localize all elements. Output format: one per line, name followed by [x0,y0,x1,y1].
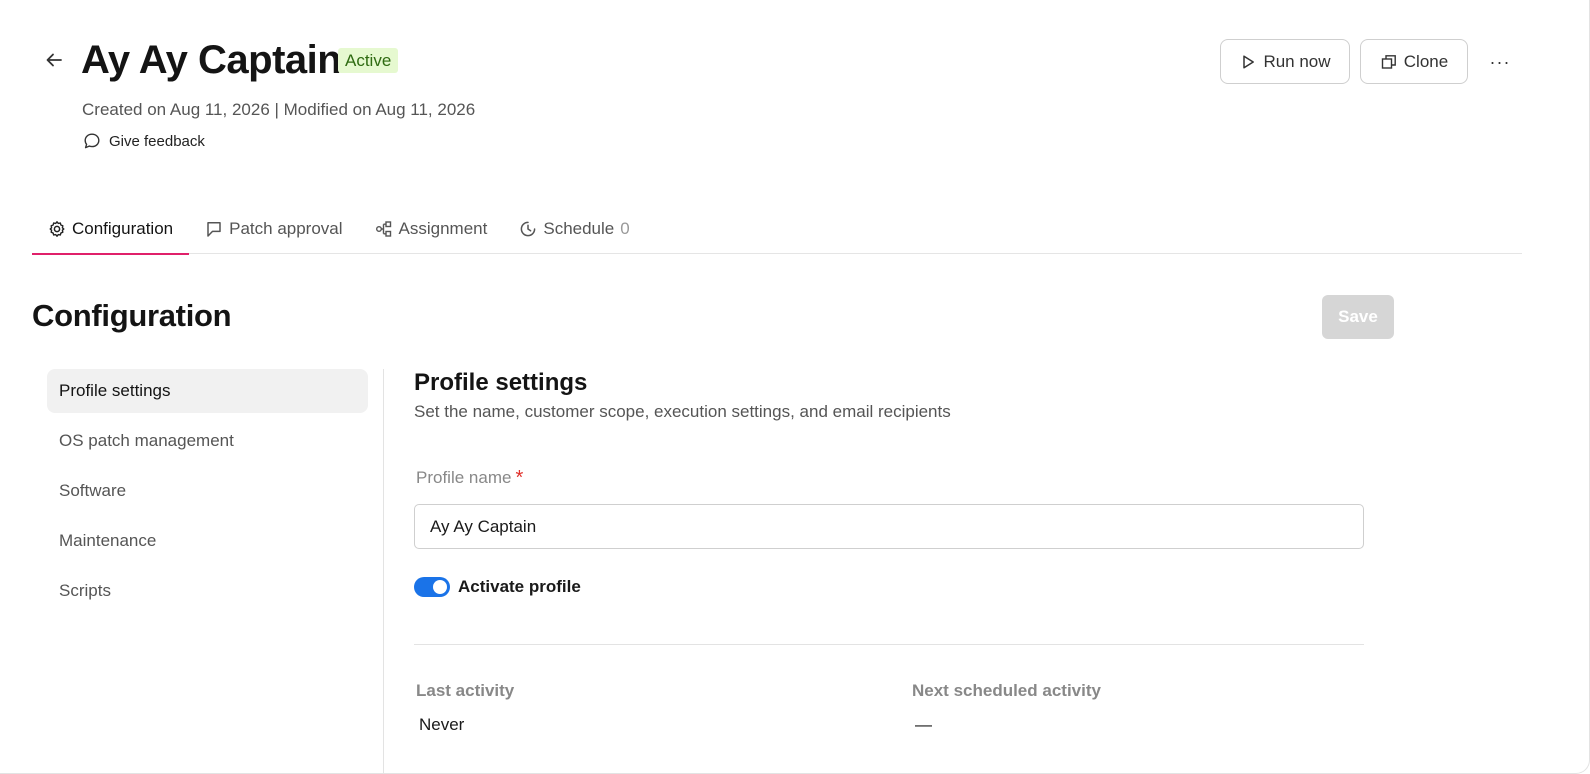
play-icon [1243,54,1255,69]
required-asterisk: * [515,466,524,489]
tab-schedule[interactable]: Schedule 0 [503,204,645,254]
give-feedback-label: Give feedback [109,132,205,150]
sidenav-item-scripts[interactable]: Scripts [47,569,368,613]
profile-name-input[interactable] [414,504,1364,549]
give-feedback-link[interactable]: Give feedback [83,132,205,150]
clone-label: Clone [1403,51,1449,71]
chat-bubble-icon [84,133,100,149]
next-activity-label: Next scheduled activity [912,681,1101,700]
last-activity-value: Never [419,715,465,734]
sidenav-item-software[interactable]: Software [47,469,368,513]
activate-profile-label: Activate profile [458,577,581,596]
activate-profile-toggle[interactable] [414,577,450,597]
gear-icon [49,221,65,237]
copy-icon [1381,54,1396,69]
ellipsis-icon: ··· [1489,51,1511,72]
sidenav-item-os-patch-management[interactable]: OS patch management [47,419,368,463]
save-button[interactable]: Save [1322,295,1394,339]
tab-configuration[interactable]: Configuration [32,204,190,255]
tab-schedule-label: Schedule [543,219,615,238]
sidenav-item-profile-settings[interactable]: Profile settings [47,369,368,413]
settings-sidenav: Profile settings OS patch management Sof… [47,369,368,619]
run-now-button[interactable]: Run now [1220,39,1350,84]
vertical-divider [383,369,384,774]
run-now-label: Run now [1263,51,1331,71]
next-activity-value: — [915,715,932,734]
scrollbar[interactable] [1580,0,1588,440]
profile-settings-title: Profile settings [414,369,588,396]
toggle-knob [433,580,447,594]
flag-icon [207,222,221,237]
profile-settings-subtitle: Set the name, customer scope, execution … [414,402,951,421]
tab-assignment[interactable]: Assignment [359,204,504,254]
status-badge: Active [338,48,399,73]
tab-bar: Configuration Patch approval Assignment … [32,204,1522,255]
profile-name-label: Profile name * [416,468,523,488]
tab-assignment-label: Assignment [398,219,488,238]
tab-configuration-label: Configuration [72,219,174,238]
profile-name-label-text: Profile name [416,468,512,487]
created-modified-meta: Created on Aug 11, 2026 | Modified on Au… [82,100,476,119]
horizontal-divider [414,644,1364,645]
page-title: Ay Ay Captain [81,38,342,82]
arrow-left-icon [46,53,62,67]
tab-patch-approval[interactable]: Patch approval [189,204,358,254]
activate-profile-row: Activate profile [414,577,581,597]
section-title: Configuration [32,298,232,333]
back-button[interactable] [40,46,68,74]
nodes-icon [375,221,391,237]
page: Ay Ay Captain Active Created on Aug 11, … [0,0,1590,774]
last-activity-label: Last activity [416,681,515,700]
sidenav-item-maintenance[interactable]: Maintenance [47,519,368,563]
clone-button[interactable]: Clone [1360,39,1468,84]
more-options-button[interactable]: ··· [1484,48,1516,76]
schedule-count: 0 [620,219,630,238]
tab-patch-approval-label: Patch approval [229,219,343,238]
clock-icon [521,221,536,237]
